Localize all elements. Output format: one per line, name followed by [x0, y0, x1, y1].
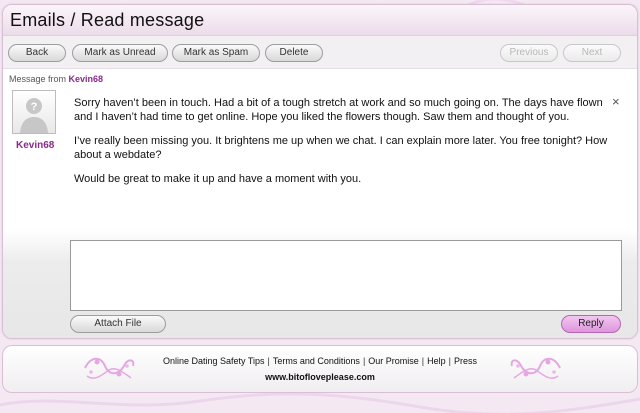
message-body: Sorry haven’t been in touch. Had a bit o… — [74, 96, 609, 196]
attach-file-button[interactable]: Attach File — [70, 315, 166, 333]
back-button[interactable]: Back — [8, 44, 66, 62]
footer-link-terms[interactable]: Terms and Conditions — [273, 356, 360, 366]
reply-textarea[interactable] — [70, 240, 622, 311]
page-header: Emails / Read message — [3, 5, 637, 36]
mark-as-unread-button[interactable]: Mark as Unread — [72, 44, 168, 62]
from-sender-name[interactable]: Kevin68 — [69, 74, 104, 84]
page-title: Emails / Read message — [10, 10, 205, 30]
footer-link-our-promise[interactable]: Our Promise — [368, 356, 419, 366]
svg-text:?: ? — [31, 101, 38, 113]
message-toolbar: Back Mark as Unread Mark as Spam Delete … — [3, 36, 637, 69]
next-button[interactable]: Next — [563, 44, 621, 62]
delete-button[interactable]: Delete — [265, 44, 323, 62]
previous-button[interactable]: Previous — [500, 44, 558, 62]
close-icon[interactable]: × — [612, 94, 620, 109]
message-paragraph: Would be great to make it up and have a … — [74, 173, 362, 185]
reply-button[interactable]: Reply — [561, 315, 621, 333]
mark-as-spam-button[interactable]: Mark as Spam — [172, 44, 260, 62]
message-paragraph: Sorry haven’t been in touch. Had a bit o… — [74, 97, 603, 123]
from-label: Message from — [9, 74, 67, 84]
sender-name[interactable]: Kevin68 — [16, 140, 54, 151]
user-silhouette-icon: ? — [20, 98, 48, 133]
read-message-panel: Emails / Read message Back Mark as Unrea… — [2, 4, 638, 339]
message-from-line: Message from Kevin68 — [9, 74, 103, 84]
avatar[interactable]: ? — [12, 90, 56, 134]
footer-link-safety-tips[interactable]: Online Dating Safety Tips — [163, 356, 265, 366]
footer-link-press[interactable]: Press — [454, 356, 477, 366]
page-footer: Online Dating Safety Tips | Terms and Cond… — [2, 345, 638, 393]
site-url[interactable]: www.bitofloveplease.com — [3, 372, 637, 382]
footer-links: Online Dating Safety Tips | Terms and Cond… — [162, 356, 478, 366]
background-swirl-decoration — [0, 393, 640, 413]
message-paragraph: I’ve really been missing you. It brighte… — [74, 135, 608, 161]
footer-link-help[interactable]: Help — [427, 356, 446, 366]
